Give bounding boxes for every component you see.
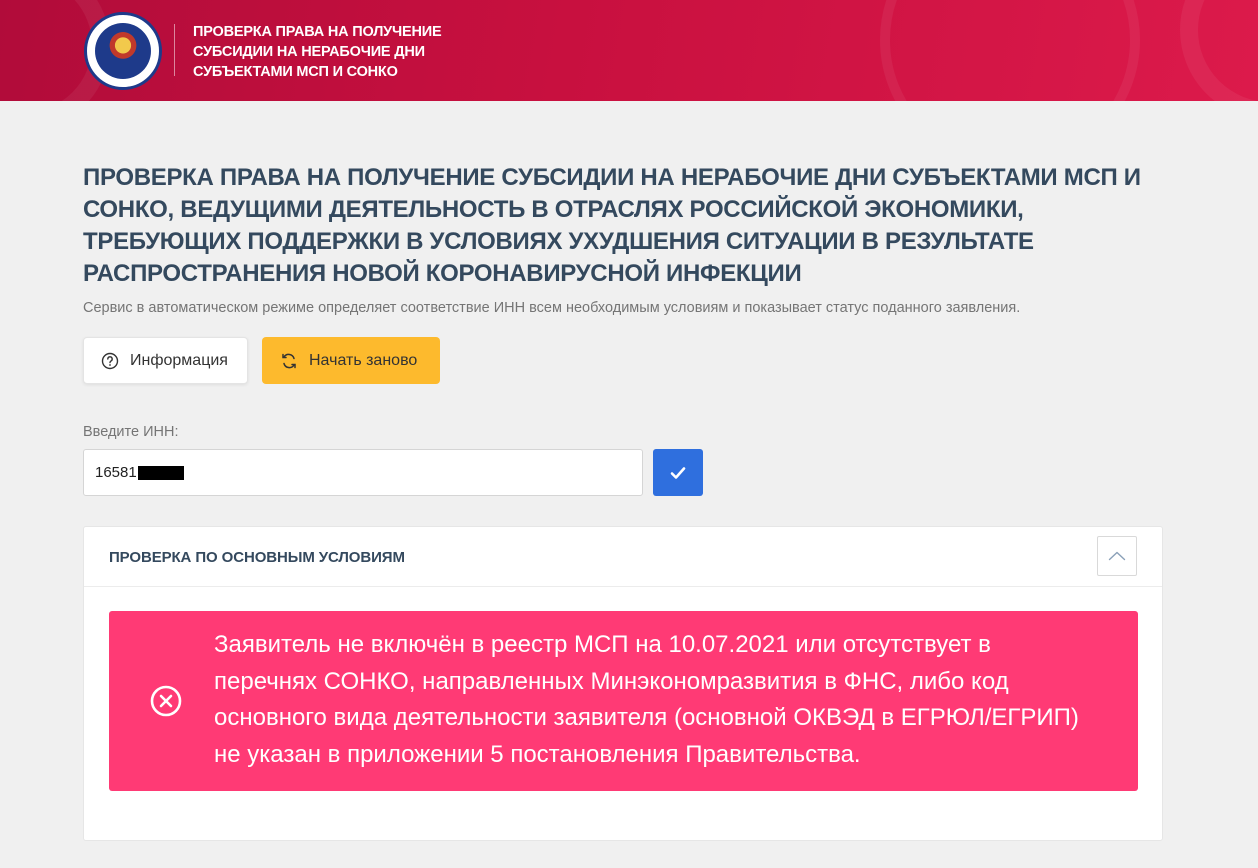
error-alert: Заявитель не включён в реестр МСП на 10.…	[109, 611, 1138, 791]
page-title: ПРОВЕРКА ПРАВА НА ПОЛУЧЕНИЕ СУБСИДИИ НА …	[83, 164, 1141, 287]
panel-title: ПРОВЕРКА ПО ОСНОВНЫМ УСЛОВИЯМ	[109, 549, 405, 566]
fns-logo[interactable]	[84, 12, 162, 90]
inn-value: 16581	[95, 464, 137, 481]
redaction-mask	[137, 465, 184, 480]
decor-wheel-right	[1180, 0, 1258, 101]
collapse-button[interactable]	[1097, 536, 1137, 576]
inn-input[interactable]: 16581	[83, 449, 643, 496]
header-title: ПРОВЕРКА ПРАВА НА ПОЛУЧЕНИЕ СУБСИДИИ НА …	[193, 24, 442, 80]
error-circle-icon	[150, 685, 182, 717]
error-message: Заявитель не включён в реестр МСП на 10.…	[214, 631, 1079, 768]
refresh-icon	[279, 351, 299, 371]
submit-inn-button[interactable]	[653, 449, 703, 496]
restart-button-label: Начать заново	[309, 351, 418, 369]
checkmark-icon	[670, 466, 686, 479]
info-button-label: Информация	[130, 351, 228, 369]
main-conditions-panel: ПРОВЕРКА ПО ОСНОВНЫМ УСЛОВИЯМ Заявитель …	[83, 526, 1163, 841]
header-banner: ПРОВЕРКА ПРАВА НА ПОЛУЧЕНИЕ СУБСИДИИ НА …	[0, 0, 1258, 101]
panel-header[interactable]: ПРОВЕРКА ПО ОСНОВНЫМ УСЛОВИЯМ	[84, 527, 1162, 587]
emblem-icon	[95, 23, 151, 79]
inn-label: Введите ИНН:	[83, 424, 179, 440]
info-button[interactable]: Информация	[83, 337, 248, 384]
decor-circle	[880, 0, 1140, 101]
header-divider	[174, 24, 175, 76]
chevron-up-icon	[1108, 551, 1126, 561]
restart-button[interactable]: Начать заново	[262, 337, 440, 384]
page-subtitle: Сервис в автоматическом режиме определяе…	[83, 300, 1021, 316]
question-circle-icon	[100, 351, 120, 371]
